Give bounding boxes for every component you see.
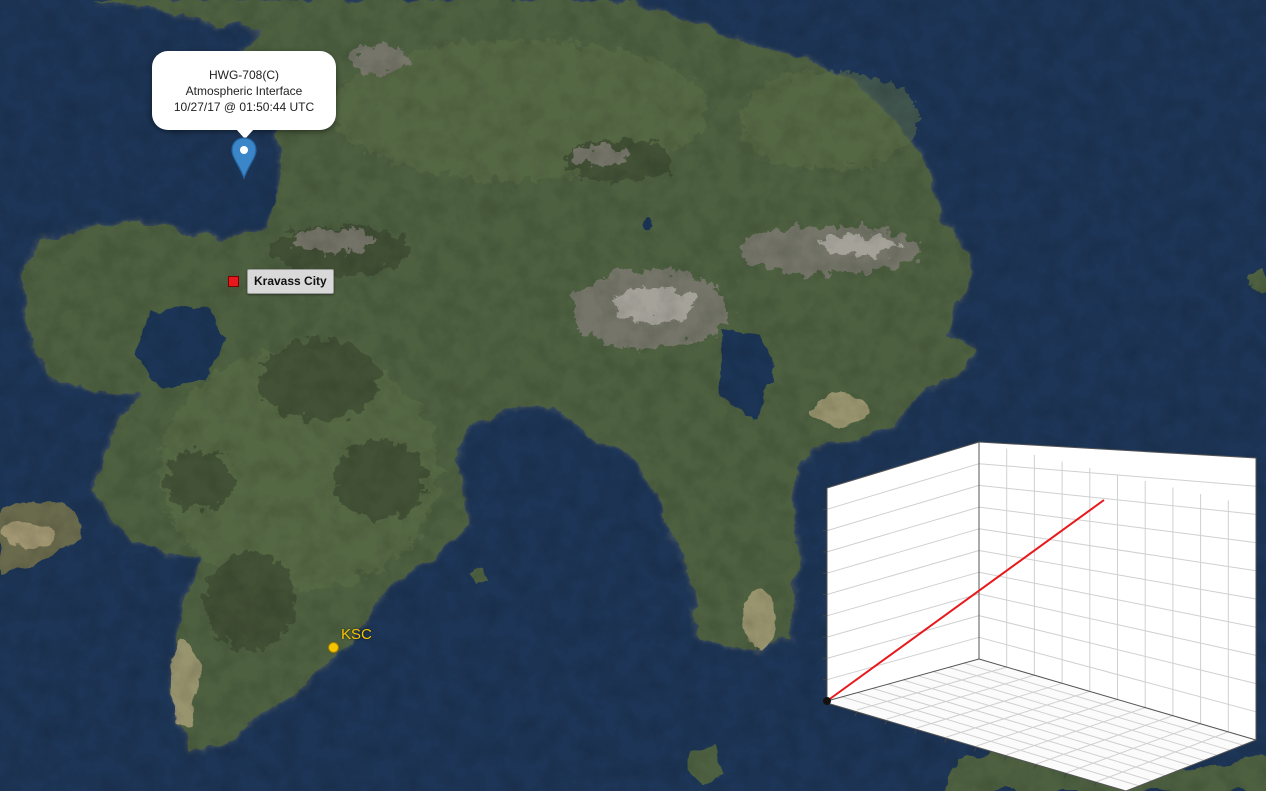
popup-line-2: Atmospheric Interface [185,83,303,98]
tick-mark [1033,764,1037,769]
trajectory-start-point [823,697,831,705]
popup-line-3: 10/27/17 @ 01:50:44 UTC [173,99,315,114]
tick-mark [914,729,918,734]
popup-line-1: HWG-708(C) [208,67,279,82]
tick-mark [1063,773,1067,778]
trajectory-plot-3d[interactable] [815,438,1266,791]
ksc-marker[interactable] [328,642,339,653]
ksc-label[interactable]: KSC [341,626,372,643]
tick-mark [884,720,888,725]
city-label[interactable]: Kravass City [247,269,334,294]
tick-mark [854,711,858,717]
map-pin-icon[interactable] [230,136,258,180]
tick-mark [944,737,948,743]
tick-mark [1003,755,1007,761]
marker-popup: HWG-708(C) Atmospheric Interface 10/27/1… [152,51,336,139]
city-marker[interactable] [228,276,239,287]
tick-mark [974,746,977,752]
tick-mark [1093,781,1097,787]
